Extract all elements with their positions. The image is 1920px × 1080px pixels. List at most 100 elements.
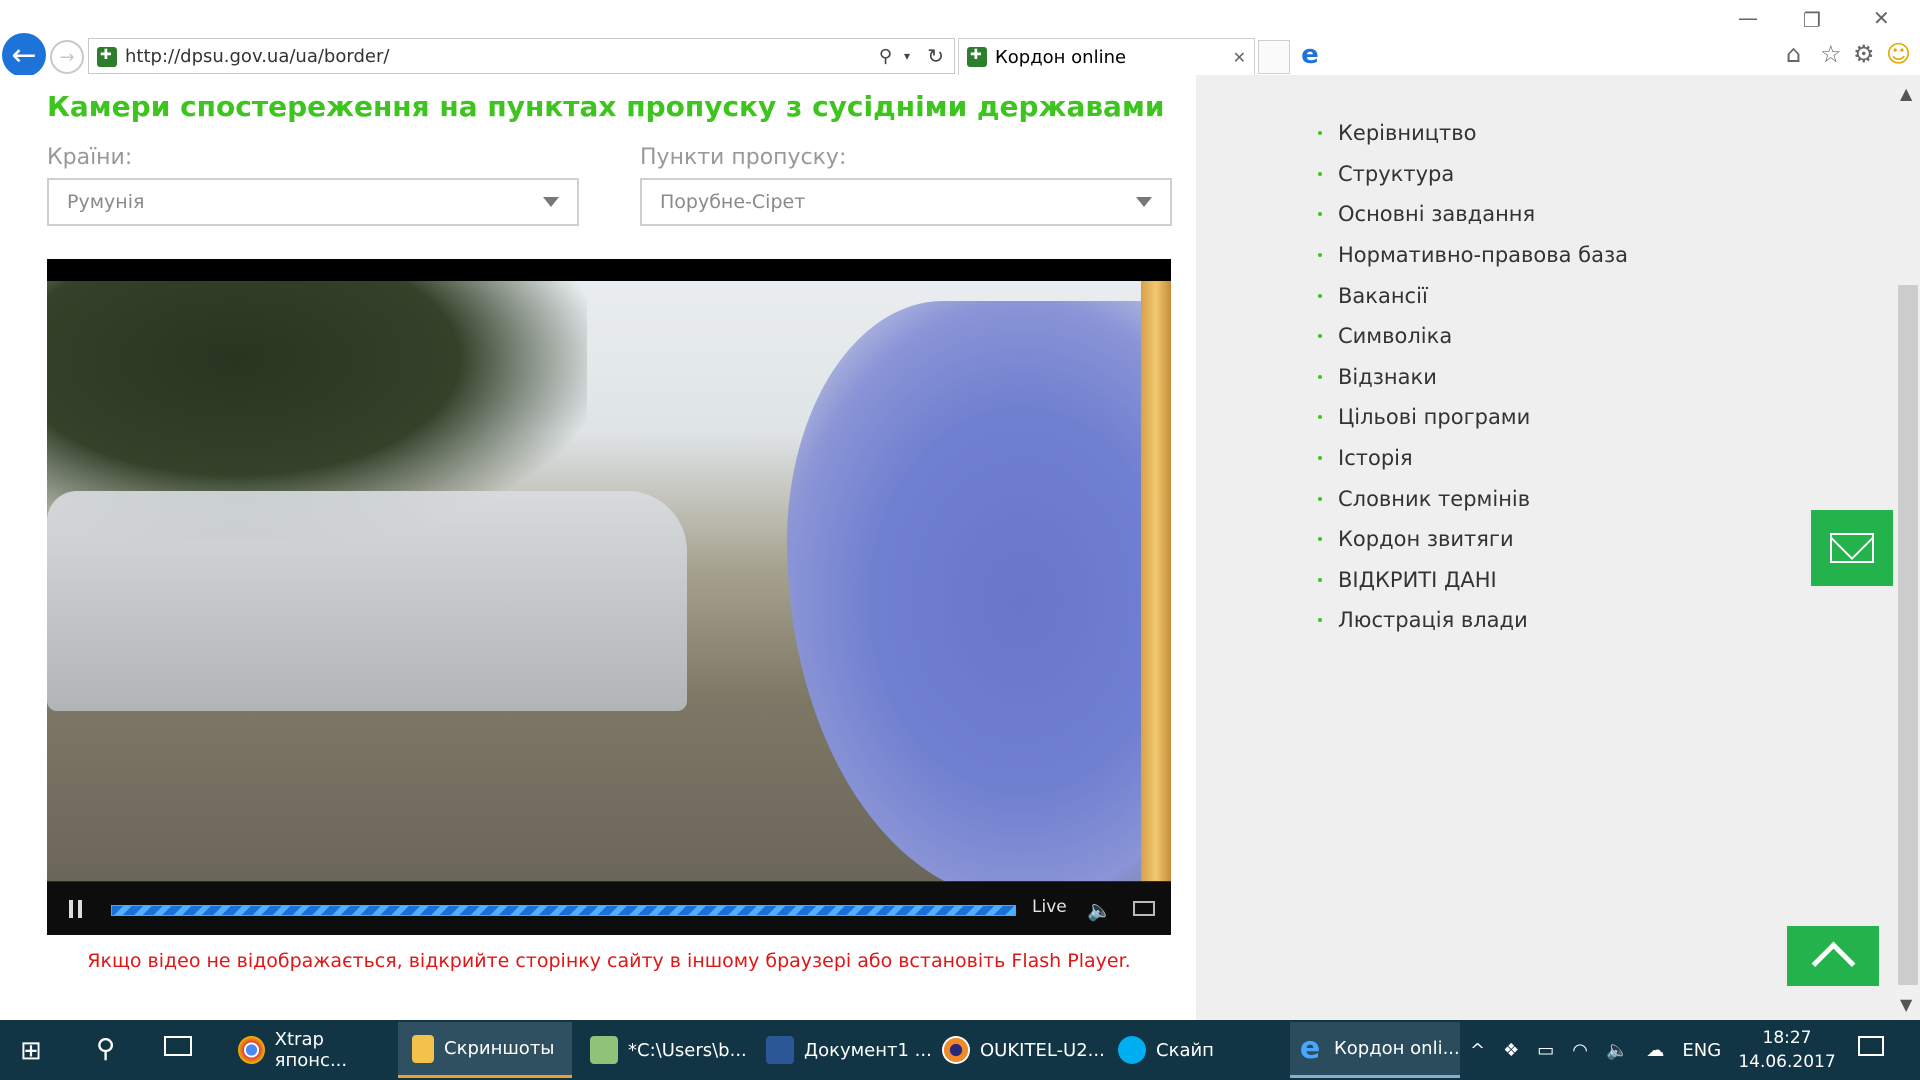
sidebar-item-label[interactable]: Структура xyxy=(1338,162,1454,186)
sidebar-item[interactable]: Нормативно-правова база xyxy=(1318,235,1628,276)
checkpoints-select[interactable]: Порубне-Сірет xyxy=(640,178,1172,226)
minimize-icon[interactable]: — xyxy=(1738,6,1758,30)
notifications-icon[interactable] xyxy=(1858,1036,1884,1056)
arrow-right-icon: → xyxy=(59,46,75,68)
sidebar-item[interactable]: Цільові програми xyxy=(1318,397,1628,438)
sidebar-item[interactable]: ВІДКРИТІ ДАНІ xyxy=(1318,560,1628,601)
sidebar-item[interactable]: Символіка xyxy=(1318,316,1628,357)
bullet-icon xyxy=(1318,415,1322,420)
forward-button[interactable]: → xyxy=(50,40,84,74)
windows-start-icon[interactable]: ⊞ xyxy=(20,1036,42,1066)
app-icon xyxy=(942,1036,970,1064)
bullet-icon xyxy=(1318,131,1322,136)
settings-gear-icon[interactable]: ⚙ xyxy=(1853,40,1875,68)
sidebar-item[interactable]: Кордон звитяги xyxy=(1318,519,1628,560)
chevron-up-icon[interactable]: ^ xyxy=(1470,1040,1485,1061)
sidebar-item-label[interactable]: Нормативно-правова база xyxy=(1338,243,1628,267)
notepad-icon xyxy=(590,1036,618,1064)
wifi-icon[interactable]: ◠ xyxy=(1572,1040,1588,1061)
feedback-mail-button[interactable] xyxy=(1811,510,1893,586)
refresh-icon[interactable]: ↻ xyxy=(927,44,944,68)
ie-logo-icon[interactable]: e xyxy=(1295,40,1325,72)
taskbar-item-label: OUKITEL-U2... xyxy=(980,1039,1105,1061)
bullet-icon xyxy=(1318,374,1322,379)
sidebar-item-label[interactable]: Словник термінів xyxy=(1338,487,1530,511)
pause-button[interactable] xyxy=(69,900,83,918)
sidebar-item[interactable]: Словник термінів xyxy=(1318,478,1628,519)
scrollbar-thumb[interactable] xyxy=(1898,285,1918,985)
sidebar-item[interactable]: Основні завдання xyxy=(1318,194,1628,235)
sidebar-item[interactable]: Історія xyxy=(1318,438,1628,479)
new-tab-button[interactable] xyxy=(1258,40,1290,74)
countries-select[interactable]: Румунія xyxy=(47,178,579,226)
sidebar-item[interactable]: Відзнаки xyxy=(1318,357,1628,398)
sidebar-item[interactable]: Вакансії xyxy=(1318,275,1628,316)
taskbar-item-folder[interactable]: Скриншоты xyxy=(398,1022,572,1078)
scroll-up-arrow-icon[interactable]: ▲ xyxy=(1900,84,1912,103)
ie-icon: e xyxy=(1299,1030,1321,1066)
bullet-icon xyxy=(1318,334,1322,339)
close-window-icon[interactable]: ✕ xyxy=(1873,6,1890,30)
sidebar-item-label[interactable]: Керівництво xyxy=(1338,121,1477,145)
sidebar-item-label[interactable]: ВІДКРИТІ ДАНІ xyxy=(1338,568,1497,592)
taskbar-item-label: Скайп xyxy=(1156,1039,1214,1061)
smiley-feedback-icon[interactable]: ☺ xyxy=(1886,40,1911,68)
taskbar-item-ie[interactable]: e Кордон onli... xyxy=(1290,1022,1460,1078)
sidebar-item-label[interactable]: Цільові програми xyxy=(1338,405,1530,429)
address-url[interactable]: http://dpsu.gov.ua/ua/border/ xyxy=(125,46,389,67)
cloud-icon[interactable]: ☁ xyxy=(1646,1040,1664,1061)
fullscreen-icon[interactable] xyxy=(1133,901,1155,916)
language-indicator[interactable]: ENG xyxy=(1682,1040,1721,1061)
browser-tab[interactable]: Кордон online ✕ xyxy=(958,38,1255,75)
bullet-icon xyxy=(1318,577,1322,582)
sidebar-item-label[interactable]: Основні завдання xyxy=(1338,202,1535,226)
search-icon[interactable]: ⚲ xyxy=(879,46,892,67)
video-player[interactable]: Live 🔈 xyxy=(47,259,1171,935)
countries-select-value: Румунія xyxy=(67,191,145,213)
bullet-icon xyxy=(1318,212,1322,217)
sidebar-item-label[interactable]: Історія xyxy=(1338,446,1413,470)
taskbar-item-skype[interactable]: Скайп xyxy=(1112,1022,1288,1078)
sidebar-item[interactable]: Структура xyxy=(1318,154,1628,195)
search-icon[interactable]: ⚲ xyxy=(96,1034,115,1064)
restore-icon[interactable]: ❐ xyxy=(1803,8,1821,32)
live-label: Live xyxy=(1032,897,1067,917)
clock[interactable]: 18:27 14.06.2017 xyxy=(1738,1022,1835,1078)
favorites-star-icon[interactable]: ☆ xyxy=(1820,40,1842,68)
taskbar-item-chrome[interactable]: Xtrap японс... xyxy=(232,1022,396,1078)
taskbar-item-label: Документ1 ... xyxy=(804,1039,932,1061)
clock-date: 14.06.2017 xyxy=(1738,1052,1836,1072)
home-icon[interactable]: ⌂ xyxy=(1786,40,1801,68)
tab-favicon xyxy=(967,47,987,67)
sidebar-item-label[interactable]: Вакансії xyxy=(1338,284,1428,308)
scroll-to-top-button[interactable] xyxy=(1787,926,1879,986)
page-title: Камери спостереження на пунктах пропуску… xyxy=(47,90,1165,123)
taskbar-item-notepad[interactable]: *C:\Users\b... xyxy=(584,1022,760,1078)
battery-icon[interactable]: ▭ xyxy=(1537,1040,1554,1061)
flash-notice: Якщо відео не відображається, відкрийте … xyxy=(87,950,1131,972)
volume-icon[interactable]: 🔈 xyxy=(1606,1040,1628,1061)
close-tab-icon[interactable]: ✕ xyxy=(1233,48,1246,67)
progress-bar[interactable] xyxy=(111,905,1016,916)
system-tray: ^ ❖ ▭ ◠ 🔈 ☁ ENG xyxy=(1470,1022,1770,1078)
scroll-down-arrow-icon[interactable]: ▼ xyxy=(1900,995,1912,1014)
back-button[interactable]: ← xyxy=(2,33,46,77)
sidebar-item-label[interactable]: Люстрація влади xyxy=(1338,608,1528,632)
sidebar-item-label[interactable]: Кордон звитяги xyxy=(1338,527,1514,551)
sidebar-item-label[interactable]: Символіка xyxy=(1338,324,1452,348)
word-icon xyxy=(766,1036,794,1064)
site-shield-icon xyxy=(97,47,117,67)
dropbox-icon[interactable]: ❖ xyxy=(1503,1040,1519,1061)
volume-icon[interactable]: 🔈 xyxy=(1087,898,1112,922)
bullet-icon xyxy=(1318,618,1322,623)
address-bar[interactable]: http://dpsu.gov.ua/ua/border/ ⚲ ▾ ↻ xyxy=(88,38,955,74)
taskbar-item-word[interactable]: Документ1 ... xyxy=(760,1022,936,1078)
sidebar-item-label[interactable]: Відзнаки xyxy=(1338,365,1437,389)
sidebar-item[interactable]: Керівництво xyxy=(1318,113,1628,154)
dropdown-icon[interactable]: ▾ xyxy=(904,49,910,63)
bullet-icon xyxy=(1318,537,1322,542)
bullet-icon xyxy=(1318,171,1322,176)
sidebar-item[interactable]: Люстрація влади xyxy=(1318,600,1628,641)
task-view-icon[interactable] xyxy=(164,1036,192,1056)
taskbar-item-app[interactable]: OUKITEL-U2... xyxy=(936,1022,1112,1078)
